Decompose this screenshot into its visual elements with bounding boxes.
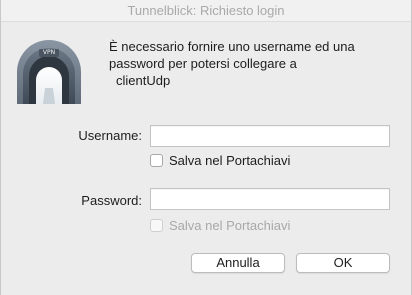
password-label: Password: bbox=[81, 193, 142, 208]
save-password-checkbox-row: Salva nel Portachiavi bbox=[150, 217, 290, 233]
save-username-checkbox-row[interactable]: Salva nel Portachiavi bbox=[150, 152, 290, 168]
window-title: Tunnelblick: Richiesto login bbox=[1, 0, 411, 22]
save-password-label: Salva nel Portachiavi bbox=[169, 217, 291, 233]
login-dialog: Tunnelblick: Richiesto login VPN È neces… bbox=[0, 0, 412, 295]
save-password-checkbox bbox=[150, 218, 163, 232]
save-username-checkbox[interactable] bbox=[150, 153, 163, 167]
ok-button[interactable]: OK bbox=[296, 253, 390, 273]
cancel-button[interactable]: Annulla bbox=[191, 253, 285, 273]
tunnelblick-vpn-icon: VPN bbox=[15, 38, 83, 106]
save-username-label[interactable]: Salva nel Portachiavi bbox=[169, 153, 290, 168]
login-message: È necessario fornire uno username ed una… bbox=[109, 38, 399, 89]
message-line-1: È necessario fornire uno username ed una bbox=[109, 39, 355, 54]
message-line-2: password per potersi collegare a bbox=[109, 56, 297, 71]
connection-name: clientUdp bbox=[116, 73, 171, 88]
vpn-badge: VPN bbox=[42, 49, 56, 56]
password-input[interactable] bbox=[150, 188, 390, 210]
username-label: Username: bbox=[78, 128, 142, 143]
username-input[interactable] bbox=[150, 125, 390, 147]
